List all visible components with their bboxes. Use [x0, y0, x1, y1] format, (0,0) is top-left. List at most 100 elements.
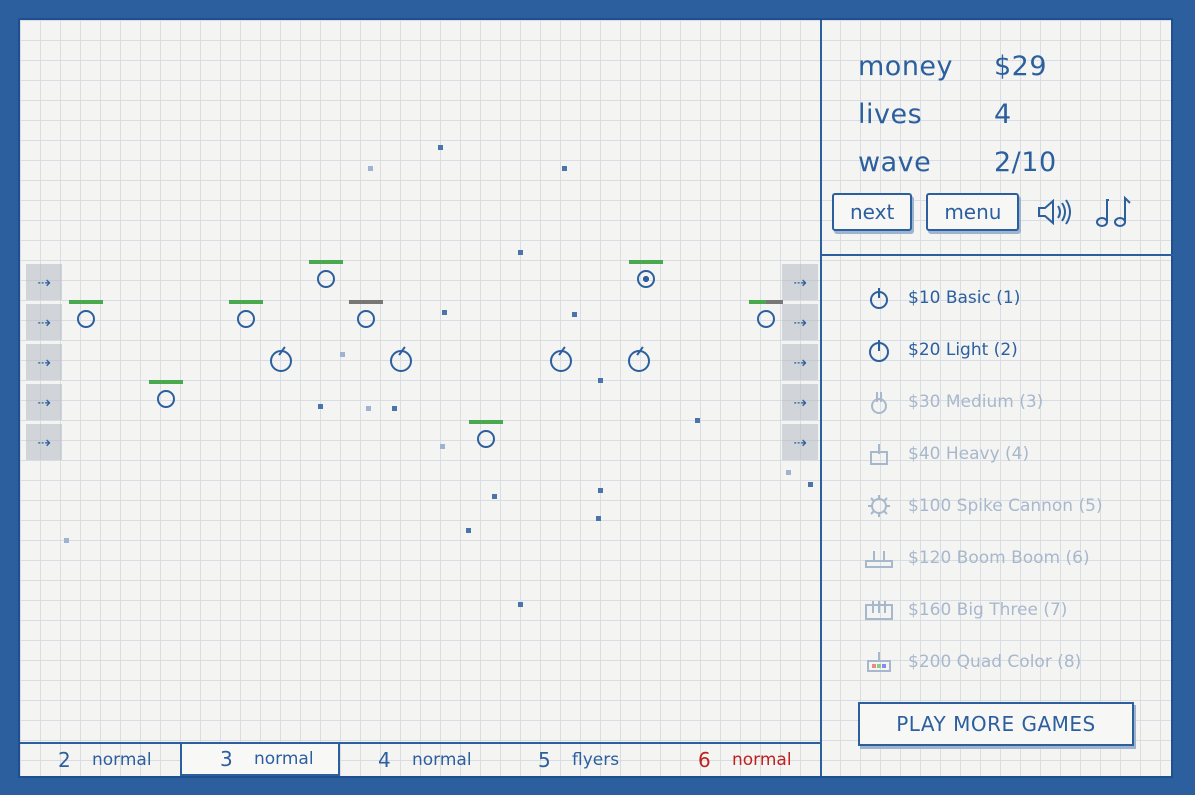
exit-arrow-icon: ⇢ [782, 384, 818, 420]
basic-tower[interactable] [148, 380, 184, 420]
wave-type: flyers [572, 750, 620, 770]
sidebar-divider [822, 254, 1173, 256]
sidebar: money $29 lives 4 wave 2/10 next menu $1… [822, 20, 1173, 776]
tower-label: $160 Big Three (7) [908, 600, 1068, 620]
projectile [598, 378, 603, 383]
wave-value: 2/10 [994, 146, 1057, 178]
basic-tower[interactable] [468, 420, 504, 460]
exit-arrow-icon: ⇢ [782, 304, 818, 340]
play-more-games-button[interactable]: PLAY MORE GAMES [858, 702, 1134, 746]
tower-label: $20 Light (2) [908, 340, 1018, 360]
heavy-tower-icon [862, 439, 896, 469]
entry-arrow-icon: ⇢ [26, 424, 62, 460]
lives-value: 4 [994, 98, 1012, 130]
exit-arrow-icon: ⇢ [782, 344, 818, 380]
wave-number: 6 [698, 748, 711, 772]
wave-type: normal [92, 750, 152, 770]
wave-item-current: 3 normal [180, 744, 340, 776]
tower-item-spike-cannon[interactable]: $100 Spike Cannon (5) [862, 480, 1103, 532]
tower-label: $10 Basic (1) [908, 288, 1021, 308]
creep [390, 350, 412, 372]
projectile [466, 528, 471, 533]
projectile [392, 406, 397, 411]
projectile [366, 406, 371, 411]
next-button[interactable]: next [832, 193, 913, 231]
projectile [572, 312, 577, 317]
wave-item: 6 normal [660, 744, 820, 776]
exit-arrow-icon: ⇢ [782, 424, 818, 460]
wave-number: 4 [378, 748, 391, 772]
projectile [518, 602, 523, 607]
entry-arrow-icon: ⇢ [26, 344, 62, 380]
wave-item: 2 normal [20, 744, 180, 776]
tower-label: $200 Quad Color (8) [908, 652, 1082, 672]
tower-item-heavy[interactable]: $40 Heavy (4) [862, 428, 1103, 480]
tower-item-medium[interactable]: $30 Medium (3) [862, 376, 1103, 428]
speaker-icon[interactable] [1033, 192, 1077, 232]
creep [270, 350, 292, 372]
wave-number: 2 [58, 748, 71, 772]
money-value: $29 [994, 50, 1048, 82]
tower-item-basic[interactable]: $10 Basic (1) [862, 272, 1103, 324]
boom-boom-icon [862, 543, 896, 573]
basic-tower[interactable] [228, 300, 264, 340]
money-label: money [858, 50, 954, 82]
tower-label: $100 Spike Cannon (5) [908, 496, 1103, 516]
projectile [808, 482, 813, 487]
tower-shop: $10 Basic (1) $20 Light (2) $30 Medium (… [862, 272, 1103, 688]
big-three-icon [862, 595, 896, 625]
tower-label: $40 Heavy (4) [908, 444, 1030, 464]
projectile [598, 488, 603, 493]
music-notes-icon[interactable] [1091, 192, 1135, 232]
entry-arrow-icon: ⇢ [26, 384, 62, 420]
basic-tower[interactable] [748, 300, 784, 340]
wave-label: wave [858, 146, 932, 178]
projectile [786, 470, 791, 475]
wave-item: 4 normal [340, 744, 500, 776]
entry-arrow-icon: ⇢ [26, 304, 62, 340]
basic-tower[interactable] [308, 260, 344, 300]
stats-panel: money $29 lives 4 wave 2/10 [858, 42, 1057, 186]
projectile [562, 166, 567, 171]
projectile [442, 310, 447, 315]
creep [550, 350, 572, 372]
menu-button[interactable]: menu [926, 193, 1020, 231]
exit-arrow-icon: ⇢ [782, 264, 818, 300]
wave-type: normal [412, 750, 472, 770]
lives-label: lives [858, 98, 923, 130]
projectile [340, 352, 345, 357]
tower-label: $120 Boom Boom (6) [908, 548, 1090, 568]
quad-color-icon [862, 647, 896, 677]
basic-tower[interactable] [348, 300, 384, 340]
game-frame: ⇢ ⇢ ⇢ ⇢ ⇢ ⇢ ⇢ ⇢ ⇢ ⇢ 2 normal 3 normal 4 … [18, 18, 1173, 778]
tower-item-big-three[interactable]: $160 Big Three (7) [862, 584, 1103, 636]
projectile [318, 404, 323, 409]
tower-item-boom-boom[interactable]: $120 Boom Boom (6) [862, 532, 1103, 584]
tower-item-quad-color[interactable]: $200 Quad Color (8) [862, 636, 1103, 688]
projectile [518, 250, 523, 255]
basic-tower-icon [862, 283, 896, 313]
money-stat: money $29 [858, 42, 1057, 90]
controls: next menu [832, 192, 1135, 232]
tower-item-light[interactable]: $20 Light (2) [862, 324, 1103, 376]
wave-number: 5 [538, 748, 551, 772]
projectile [596, 516, 601, 521]
projectile [438, 145, 443, 150]
wave-type: normal [732, 750, 792, 770]
tower-label: $30 Medium (3) [908, 392, 1044, 412]
wave-item: 5 flyers [500, 744, 660, 776]
basic-tower[interactable] [68, 300, 104, 340]
spike-cannon-icon [862, 491, 896, 521]
light-tower[interactable] [628, 260, 664, 300]
wave-type: normal [254, 749, 314, 769]
wave-number: 3 [220, 747, 233, 771]
wave-queue: 2 normal 3 normal 4 normal 5 flyers 6 no… [20, 742, 822, 776]
projectile [695, 418, 700, 423]
lives-stat: lives 4 [858, 90, 1057, 138]
projectile [64, 538, 69, 543]
wave-stat: wave 2/10 [858, 138, 1057, 186]
playfield[interactable]: ⇢ ⇢ ⇢ ⇢ ⇢ ⇢ ⇢ ⇢ ⇢ ⇢ [20, 20, 822, 742]
creep [628, 350, 650, 372]
projectile [368, 166, 373, 171]
projectile [440, 444, 445, 449]
